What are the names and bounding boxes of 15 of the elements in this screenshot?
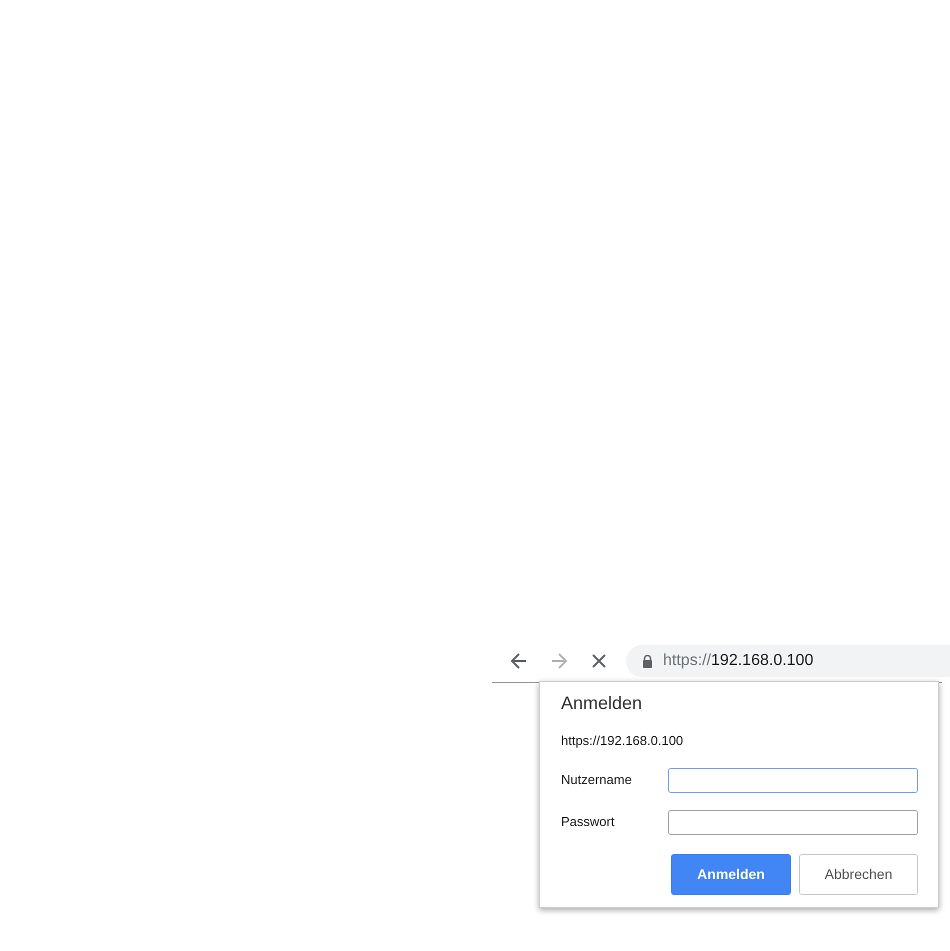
input-field[interactable]: [668, 768, 918, 792]
close-icon: [591, 653, 607, 669]
address-bar[interactable]: https://192.168.0.100: [626, 645, 950, 677]
dialog-title: Anmelden: [561, 692, 644, 715]
origin-text: https://192.168.0.100: [561, 732, 684, 750]
url-host: 192.168.0.100: [711, 651, 814, 671]
sign-in-button[interactable]: Anmelden: [671, 854, 791, 894]
cancel-button[interactable]: Abbrechen: [799, 854, 918, 894]
field-label: Passwort: [561, 813, 616, 832]
lock-icon: [642, 654, 653, 668]
url-scheme: https://: [663, 651, 712, 671]
field-label: Nutzername: [561, 771, 633, 790]
input-field[interactable]: [668, 810, 918, 834]
left-arrow-icon: [509, 651, 529, 671]
right-arrow-icon: [549, 651, 569, 671]
